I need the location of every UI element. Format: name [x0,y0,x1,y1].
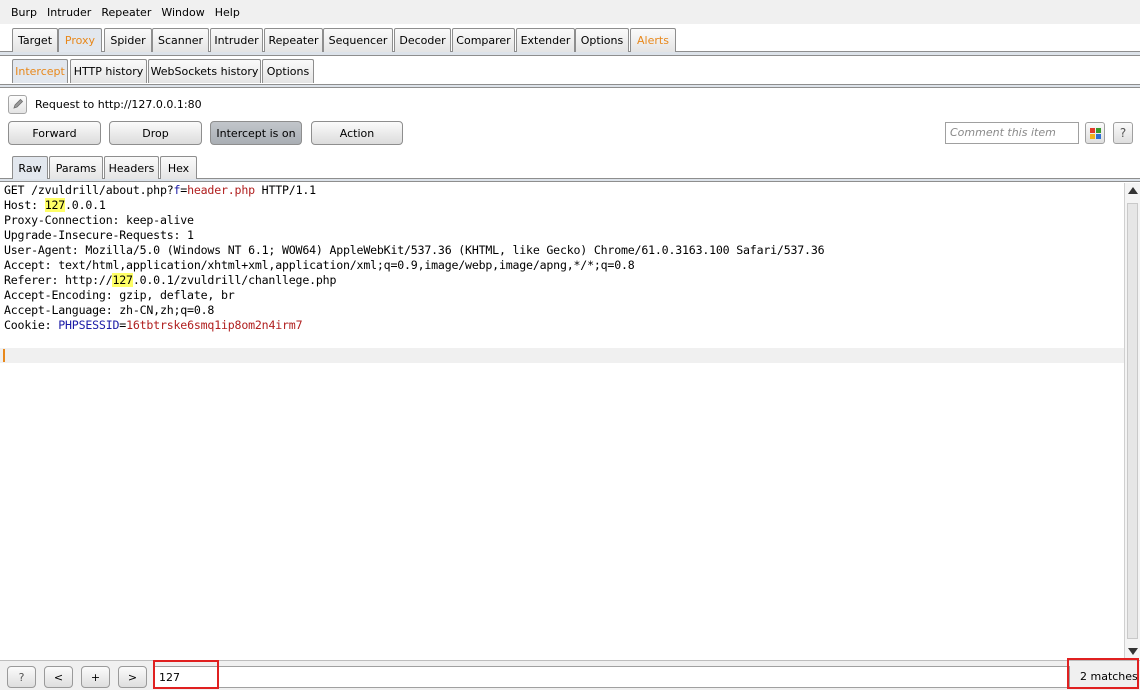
scrollbar-track[interactable] [1127,203,1138,639]
annotation-box-matches [1067,658,1139,689]
proxy-sub-tab-bar: Intercept HTTP history WebSockets histor… [0,56,1140,84]
help-button[interactable]: ? [1113,122,1133,144]
scroll-up-icon[interactable] [1128,187,1138,194]
tab-alerts[interactable]: Alerts [630,28,676,52]
tab-intruder[interactable]: Intruder [210,28,263,52]
previous-match-button[interactable]: < [44,666,73,688]
tab-options[interactable]: Options [575,28,629,52]
search-match: 127 [44,198,66,212]
forward-button[interactable]: Forward [8,121,101,145]
tab-repeater[interactable]: Repeater [264,28,323,52]
color-palette-icon [1089,127,1101,139]
menu-help[interactable]: Help [210,6,245,19]
search-match: 127 [112,273,133,287]
tab-scanner[interactable]: Scanner [152,28,209,52]
edit-button[interactable] [8,94,27,114]
request-info: Request to http://127.0.0.1:80 [8,94,202,114]
menu-burp[interactable]: Burp [6,6,42,19]
drop-button[interactable]: Drop [109,121,202,145]
tab-hex[interactable]: Hex [160,156,197,180]
tab-sequencer[interactable]: Sequencer [323,28,393,52]
request-target-label: Request to http://127.0.0.1:80 [35,97,202,111]
tab-proxy[interactable]: Proxy [58,28,102,52]
search-options-button[interactable]: + [81,666,110,688]
tab-headers[interactable]: Headers [104,156,159,180]
tab-http-history[interactable]: HTTP history [70,59,147,83]
header-cookie: Cookie: PHPSESSID=16tbtrske6smq1ip8om2n4… [4,318,303,332]
sub-tab-band [0,84,1140,88]
action-button[interactable]: Action [311,121,403,145]
tab-decoder[interactable]: Decoder [394,28,451,52]
menu-repeater[interactable]: Repeater [96,6,156,19]
search-help-button[interactable]: ? [7,666,36,688]
next-match-button[interactable]: > [118,666,147,688]
annotation-box-search [153,660,219,689]
text-caret [3,349,5,362]
search-input[interactable]: 127 [153,666,1070,688]
request-line: GET /zvuldrill/about.php?f=header.php HT… [4,183,316,197]
header-upgrade-insecure: Upgrade-Insecure-Requests: 1 [4,228,194,242]
current-line-highlight [0,348,1124,363]
header-user-agent: User-Agent: Mozilla/5.0 (Windows NT 6.1;… [4,243,825,257]
tab-websockets-history[interactable]: WebSockets history [148,59,261,83]
header-host: Host: 127.0.0.1 [4,198,106,212]
tab-comparer[interactable]: Comparer [452,28,515,52]
tab-proxy-options[interactable]: Options [262,59,314,83]
header-referer: Referer: http://127.0.0.1/zvuldrill/chan… [4,273,337,287]
menu-intruder[interactable]: Intruder [42,6,96,19]
header-accept-language: Accept-Language: zh-CN,zh;q=0.8 [4,303,215,317]
tab-intercept[interactable]: Intercept [12,59,68,83]
main-tab-bar: Target Proxy Spider Scanner Intruder Rep… [0,24,1140,52]
intercept-toggle-button[interactable]: Intercept is on [210,121,302,145]
tab-raw[interactable]: Raw [12,156,48,180]
menu-bar: Burp Intruder Repeater Window Help [0,0,1140,24]
menu-window[interactable]: Window [156,6,209,19]
editor-tab-band [0,179,1140,182]
editor-scrollbar[interactable] [1124,183,1140,659]
header-proxy-connection: Proxy-Connection: keep-alive [4,213,194,227]
pencil-icon [12,98,23,109]
request-editor[interactable]: GET /zvuldrill/about.php?f=header.php HT… [0,183,1124,659]
header-accept: Accept: text/html,application/xhtml+xml,… [4,258,635,272]
header-accept-encoding: Accept-Encoding: gzip, deflate, br [4,288,235,302]
tab-target[interactable]: Target [12,28,58,52]
scroll-down-icon[interactable] [1128,648,1138,655]
tab-spider[interactable]: Spider [104,28,152,52]
editor-tab-bar: Raw Params Headers Hex [0,155,1140,180]
highlight-color-button[interactable] [1085,122,1105,144]
tab-extender[interactable]: Extender [516,28,575,52]
tab-params[interactable]: Params [49,156,103,180]
comment-input[interactable]: Comment this item [945,122,1079,144]
